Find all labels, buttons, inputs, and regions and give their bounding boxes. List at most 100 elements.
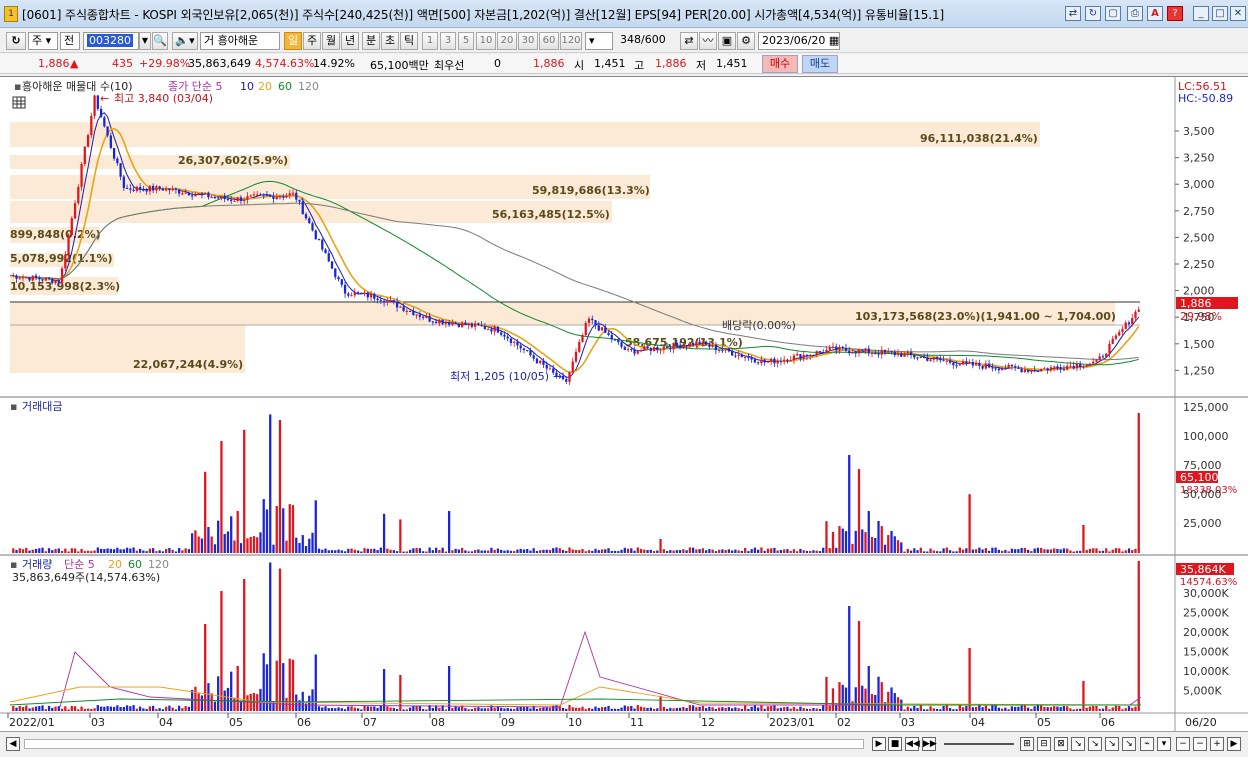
interval-30[interactable]: 30 <box>518 32 538 50</box>
period-day-tab[interactable]: 일 <box>284 32 302 50</box>
maximize-button[interactable]: □ <box>1212 6 1228 21</box>
amount-bar <box>382 513 386 553</box>
candle-body <box>369 293 373 298</box>
scroll-right-icon[interactable]: ▶ <box>1227 737 1241 751</box>
candle-body <box>519 345 522 349</box>
buy-button[interactable]: 매수 <box>762 55 798 73</box>
price-panel-legend[interactable]: 흥아해운 매물대 수(10) <box>22 79 133 93</box>
settings-icon[interactable]: ⚙ <box>737 32 755 50</box>
scope-select[interactable]: 전 <box>60 32 80 50</box>
date-input[interactable]: 2023/06/20 ▦ <box>758 32 840 50</box>
line-tool-icon[interactable]: ↘ <box>1071 737 1085 751</box>
stop-icon[interactable]: ■ <box>888 737 902 751</box>
volume-bar <box>1027 707 1030 711</box>
compare-icon[interactable]: ⇄ <box>680 32 698 50</box>
tool-icon-3[interactable]: ⊠ <box>1054 737 1068 751</box>
volume-ma-legend-20[interactable]: 20 <box>108 558 122 571</box>
ma-legend-10[interactable]: 10 <box>240 80 254 93</box>
link-icon[interactable]: ⇄ <box>1065 6 1081 21</box>
minimize-button[interactable]: _ <box>1193 6 1209 21</box>
print-icon[interactable]: ⎙ <box>1127 6 1143 21</box>
amount-bar <box>685 550 688 553</box>
amount-bar <box>51 550 54 553</box>
zoom-in-button[interactable]: + <box>1210 737 1224 751</box>
candle-body <box>792 355 796 361</box>
period-week-tab[interactable]: 주 <box>303 32 321 50</box>
sell-button[interactable]: 매도 <box>802 55 838 73</box>
zoom-out-icon[interactable]: − <box>1176 737 1190 751</box>
amount-bar <box>25 547 28 553</box>
help-icon[interactable]: ? <box>1167 6 1183 21</box>
stock-code-input[interactable]: 003280 <box>83 32 139 50</box>
interval-10[interactable]: 10 <box>476 32 496 50</box>
forward-icon[interactable]: ▶▶ <box>922 737 937 751</box>
ma-legend-20[interactable]: 20 <box>258 80 272 93</box>
interval-3[interactable]: 3 <box>440 32 456 50</box>
refresh-icon[interactable]: ↻ <box>1085 6 1101 21</box>
period-tick-tab[interactable]: 틱 <box>400 32 418 50</box>
table-icon[interactable] <box>12 96 26 109</box>
window-icon[interactable]: ▢ <box>1105 6 1121 21</box>
search-icon[interactable]: 🔍 <box>152 32 168 50</box>
more-icon[interactable]: ▾ <box>1157 737 1171 751</box>
period-month-tab[interactable]: 월 <box>322 32 340 50</box>
volume-bar <box>815 708 818 711</box>
stock-name-field[interactable]: 거 흥아해운 <box>200 32 280 50</box>
amount-bar <box>906 548 909 553</box>
interval-1[interactable]: 1 <box>422 32 438 50</box>
amount-bar <box>955 551 958 553</box>
amount-bar <box>187 549 191 553</box>
amount-panel-title[interactable]: 거래대금 <box>22 400 62 413</box>
chart-area[interactable]: 96,111,038(21.4%) 26,307,602(5.9%) 59,819,… <box>0 76 1248 732</box>
candle-body <box>233 200 236 202</box>
tool-icon-2[interactable]: ⊟ <box>1037 737 1051 751</box>
code-dropdown-icon[interactable]: ▼ <box>139 32 151 50</box>
line-tool-icon-2[interactable]: ↘ <box>1088 737 1102 751</box>
stock-search-icon[interactable]: ↻ <box>6 32 26 50</box>
price-panel-legend-marker: ▪ <box>14 80 21 93</box>
amount-bar <box>496 548 500 553</box>
ma-legend-120[interactable]: 120 <box>298 80 319 93</box>
volume-bar <box>474 707 477 711</box>
period-second-tab[interactable]: 초 <box>381 32 399 50</box>
interval-20[interactable]: 20 <box>497 32 517 50</box>
svg-text:▪: ▪ <box>10 558 17 571</box>
interval-5[interactable]: 5 <box>458 32 474 50</box>
zoom-slider[interactable] <box>944 743 1014 745</box>
save-icon[interactable]: ▣ <box>718 32 736 50</box>
custom-interval-input[interactable]: ▾ <box>585 32 613 50</box>
close-button[interactable]: ✕ <box>1230 6 1246 21</box>
indicator-icon[interactable]: 〰 <box>699 32 717 50</box>
volume-ma-legend[interactable]: 단순 5 <box>64 558 95 571</box>
interval-60[interactable]: 60 <box>539 32 559 50</box>
rewind-icon[interactable]: ◀◀ <box>905 737 920 751</box>
sound-icon[interactable]: 🔈▾ <box>172 32 198 50</box>
interval-120[interactable]: 120 <box>560 32 582 50</box>
volume-bar <box>116 705 119 711</box>
scroll-left-icon[interactable]: ◀ <box>6 737 20 751</box>
amount-bar <box>939 551 942 553</box>
candle-body <box>623 346 626 350</box>
period-minute-tab[interactable]: 분 <box>362 32 380 50</box>
volume-ma-legend-120[interactable]: 120 <box>148 558 169 571</box>
font-icon[interactable]: A <box>1147 6 1163 21</box>
line-tool-icon-4[interactable]: ↘ <box>1122 737 1136 751</box>
period-year-tab[interactable]: 년 <box>341 32 359 50</box>
line-tool-icon-3[interactable]: ↘ <box>1105 737 1119 751</box>
volume-ma-legend-60[interactable]: 60 <box>128 558 142 571</box>
horizontal-scrollbar[interactable] <box>24 739 864 749</box>
ma-legend-60[interactable]: 60 <box>278 80 292 93</box>
tool-icon-1[interactable]: ⊞ <box>1020 737 1034 751</box>
zoom-out-button[interactable]: − <box>1193 737 1207 751</box>
candle-body <box>890 351 893 353</box>
stock-chart[interactable]: 96,111,038(21.4%) 26,307,602(5.9%) 59,819,… <box>0 77 1248 732</box>
volume-bar <box>750 706 753 711</box>
volume-panel-title[interactable]: 거래량 <box>22 558 52 571</box>
magnet-icon[interactable]: ⌁ <box>1140 737 1154 751</box>
market-type-select[interactable]: 주 ▾ <box>28 32 58 50</box>
amount-bar <box>721 549 724 553</box>
volume-bar <box>1072 709 1075 711</box>
candle-body <box>15 275 18 279</box>
play-icon[interactable]: ▶ <box>872 737 886 751</box>
candle-body <box>1004 368 1007 370</box>
